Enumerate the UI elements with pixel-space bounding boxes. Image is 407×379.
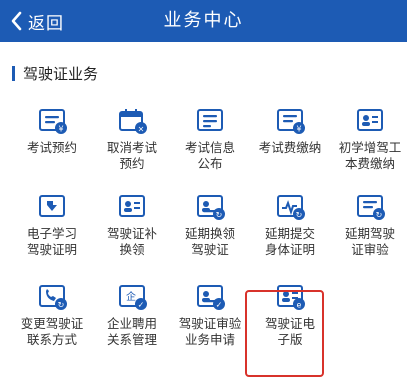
exam-appointment-icon: ¥: [39, 109, 67, 134]
service-tile-label: 驾驶证审验 业务申请: [178, 316, 242, 347]
svg-text:¥: ¥: [296, 125, 301, 134]
exam-info-icon: [197, 109, 223, 131]
svg-text:企: 企: [126, 290, 136, 303]
section-title: 驾驶证业务: [23, 64, 99, 83]
back-label: 返回: [28, 13, 64, 34]
service-tile-label: 电子学习 驾驶证明: [26, 226, 77, 257]
chevron-left-icon: [11, 11, 22, 31]
license-review-application-icon: ✓: [197, 285, 225, 310]
service-tile-label: 驾驶证电 子版: [264, 316, 315, 347]
cost-payment-icon: [357, 109, 383, 131]
back-button[interactable]: 返回: [10, 0, 64, 42]
service-tile[interactable]: ↻ 延期驾驶 证审验: [330, 186, 407, 266]
svg-text:↻: ↻: [296, 211, 303, 220]
service-tile-label: 考试费缴纳: [258, 140, 322, 155]
service-tile-label: 驾驶证补 换领: [106, 226, 157, 257]
main-content: 驾驶证业务 ¥ 考试预约 × 取消考试 预约 考试信息 公布 ¥ 考试费缴纳 初学增驾工 本费…: [0, 42, 407, 379]
service-tile[interactable]: 驾驶证补 换领: [92, 186, 172, 266]
service-tile[interactable]: ¥ 考试预约: [12, 100, 92, 180]
service-tile[interactable]: × 取消考试 预约: [92, 100, 172, 180]
title-bar: 返回 业务中心: [0, 0, 407, 42]
service-tile-label: 企业聘用 关系管理: [106, 316, 157, 347]
section-header: 驾驶证业务: [12, 64, 99, 83]
service-tile-label: 变更驾驶证 联系方式: [20, 316, 84, 347]
service-tile[interactable]: ↻ 变更驾驶证 联系方式: [12, 276, 92, 356]
license-review-delay-icon: ↻: [357, 195, 385, 220]
service-tile[interactable]: ↻ 延期提交 身体证明: [250, 186, 330, 266]
service-tile[interactable]: 企 ✓ 企业聘用 关系管理: [92, 276, 172, 356]
service-tile-label: 初学增驾工 本费缴纳: [338, 140, 402, 171]
contact-change-icon: ↻: [39, 285, 67, 310]
service-tile-label: 延期提交 身体证明: [264, 226, 315, 257]
section-accent-bar: [12, 65, 15, 81]
exam-fee-payment-icon: ¥: [277, 109, 305, 134]
service-tile[interactable]: ↻ 延期换领 驾驶证: [170, 186, 250, 266]
service-tile-label: 延期驾驶 证审验: [344, 226, 395, 257]
svg-text:✓: ✓: [138, 301, 145, 310]
cancel-exam-calendar-icon: ×: [119, 109, 147, 134]
svg-text:e: e: [297, 301, 302, 310]
service-tile[interactable]: 考试信息 公布: [170, 100, 250, 180]
service-tile-label: 延期换领 驾驶证: [184, 226, 235, 257]
service-tile[interactable]: ✓ 驾驶证审验 业务申请: [170, 276, 250, 356]
electronic-license-icon: e: [277, 285, 305, 310]
license-reissue-icon: [119, 195, 145, 217]
svg-text:↻: ↻: [58, 301, 65, 310]
service-tile[interactable]: 初学增驾工 本费缴纳: [330, 100, 407, 180]
e-learning-certificate-icon: [39, 195, 65, 217]
svg-text:↻: ↻: [216, 211, 223, 220]
svg-text:¥: ¥: [58, 125, 63, 134]
service-tile-label: 考试预约: [26, 140, 77, 155]
license-renewal-delay-icon: ↻: [197, 195, 225, 220]
service-tile[interactable]: ¥ 考试费缴纳: [250, 100, 330, 180]
service-tile[interactable]: 电子学习 驾驶证明: [12, 186, 92, 266]
service-tile[interactable]: e 驾驶证电 子版: [250, 276, 330, 356]
svg-text:✓: ✓: [216, 301, 223, 310]
svg-text:×: ×: [138, 125, 145, 134]
health-certificate-delay-icon: ↻: [277, 195, 305, 220]
employment-management-icon: 企✓: [119, 285, 147, 310]
svg-text:↻: ↻: [376, 211, 383, 220]
service-tile-label: 取消考试 预约: [106, 140, 157, 171]
service-tile-label: 考试信息 公布: [184, 140, 235, 171]
